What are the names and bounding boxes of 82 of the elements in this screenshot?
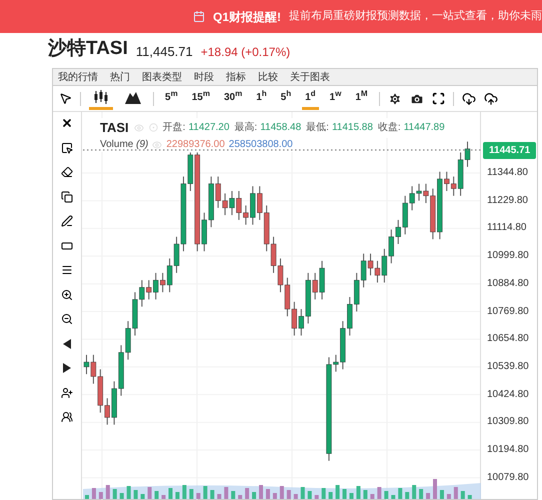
legend-value: 11415.88 — [332, 121, 373, 136]
announcement-banner[interactable]: Q1财报提醒! 提前布局重磅财报预测数据，一站式查看，助你未雨 — [0, 0, 542, 33]
banner-title: Q1财报提醒! — [212, 8, 281, 26]
menu-item[interactable]: 图表类型 — [142, 70, 182, 84]
drawing-tool-button[interactable] — [59, 410, 75, 424]
drawing-tool-button[interactable] — [59, 190, 75, 204]
left-triangle-icon — [63, 338, 71, 349]
volume-value: 22989376.00 — [166, 138, 225, 152]
axis-label: 10884.80 — [487, 278, 529, 290]
menu-item[interactable]: 热门 — [110, 70, 130, 84]
axis-label: 11114.80 — [487, 222, 526, 234]
menu-item[interactable]: 比较 — [258, 70, 278, 84]
axis-label: 10769.80 — [487, 306, 529, 318]
legend-label: 最高: — [234, 120, 258, 136]
pointer-button[interactable] — [59, 92, 72, 105]
axis-label: 10424.80 — [487, 388, 529, 401]
axis-label: 10309.80 — [487, 416, 529, 428]
menu-item[interactable]: 关于图表 — [290, 70, 330, 84]
timeframe-button[interactable]: 15$^{m}$ — [188, 88, 213, 110]
timeframe-button[interactable]: 1$^{w}$ — [326, 88, 344, 110]
axis-label: 11229.80 — [487, 194, 528, 207]
settings-dot-icon[interactable] — [148, 123, 158, 132]
menu-item[interactable]: 时段 — [194, 70, 214, 84]
upload-button[interactable] — [484, 92, 498, 106]
legend-value: 11427.20 — [188, 121, 230, 136]
fullscreen-button[interactable] — [432, 92, 445, 105]
close-icon — [61, 117, 73, 130]
banner-message: 提前布局重磅财报预测数据，一站式查看，助你未雨 — [289, 8, 542, 24]
lines-tool-icon — [61, 264, 73, 276]
last-price: 11,445.71 — [136, 42, 193, 60]
menu-item[interactable]: 我的行情 — [58, 70, 98, 84]
camera-button[interactable] — [410, 92, 424, 106]
menu-item[interactable]: 指标 — [226, 70, 246, 84]
volume-value: 258503808.00 — [228, 138, 293, 152]
drawing-tool-button[interactable] — [59, 386, 75, 400]
axis-label: 11344.80 — [487, 166, 528, 179]
calendar-icon — [193, 10, 205, 23]
area-chart-icon — [125, 90, 141, 104]
legend-value: 11447.89 — [404, 121, 445, 136]
axis-label: 10999.80 — [487, 250, 529, 262]
camera-icon — [410, 92, 424, 106]
timeframe-button[interactable]: 5$^{h}$ — [278, 88, 294, 110]
line-tool-icon — [61, 215, 73, 228]
drawing-tool-button[interactable] — [59, 214, 75, 228]
timeframe-button[interactable]: 1$^{M}$ — [352, 88, 371, 110]
drawing-tool-button[interactable] — [59, 312, 75, 326]
fullscreen-icon — [432, 92, 445, 105]
price-change: +18.94 (+0.17%) — [200, 44, 290, 61]
pointer-icon — [59, 92, 72, 105]
timeframe-button[interactable]: 30$^{m}$ — [220, 88, 246, 110]
price-tag: 11445.71 — [483, 142, 536, 159]
chart-type-button[interactable] — [89, 88, 113, 110]
axis-label: 10654.80 — [487, 333, 529, 346]
legend-label: 收盘: — [378, 121, 401, 136]
select-icon — [61, 142, 73, 154]
rectangle-tool-icon — [61, 240, 73, 252]
drawing-tool-button[interactable] — [59, 140, 75, 155]
drawing-tool-button[interactable] — [59, 165, 75, 180]
axis-label: 10194.80 — [487, 444, 529, 456]
eraser-icon — [61, 166, 73, 178]
candlestick-icon — [93, 90, 109, 104]
timeframe-button[interactable]: 1$^{d}$ — [302, 88, 319, 110]
cloud-upload-icon — [484, 92, 498, 106]
legend-value: 11458.48 — [260, 121, 302, 136]
timeframe-button[interactable]: 5$^{m}$ — [162, 88, 181, 110]
instrument-name: 沙特TASI — [48, 36, 128, 60]
legend-symbol: TASI — [100, 119, 129, 137]
volume-label: Volume (9) — [100, 138, 148, 152]
right-triangle-icon — [63, 363, 71, 374]
axis-label: 10539.80 — [487, 360, 529, 373]
settings-icon — [388, 92, 402, 106]
legend-label: 最低: — [306, 121, 329, 136]
axis-label: 10079.80 — [487, 472, 529, 484]
cloud-download-icon — [462, 92, 476, 106]
legend-label: 开盘: — [162, 121, 186, 136]
download-button[interactable] — [462, 92, 476, 106]
zoom-out-icon — [61, 313, 73, 326]
settings-button[interactable] — [388, 92, 402, 106]
timeframe-button[interactable]: 1$^{h}$ — [253, 88, 270, 110]
copy-icon — [61, 190, 73, 203]
zoom-in-icon — [61, 288, 73, 301]
drawing-tool-button[interactable] — [59, 288, 75, 302]
